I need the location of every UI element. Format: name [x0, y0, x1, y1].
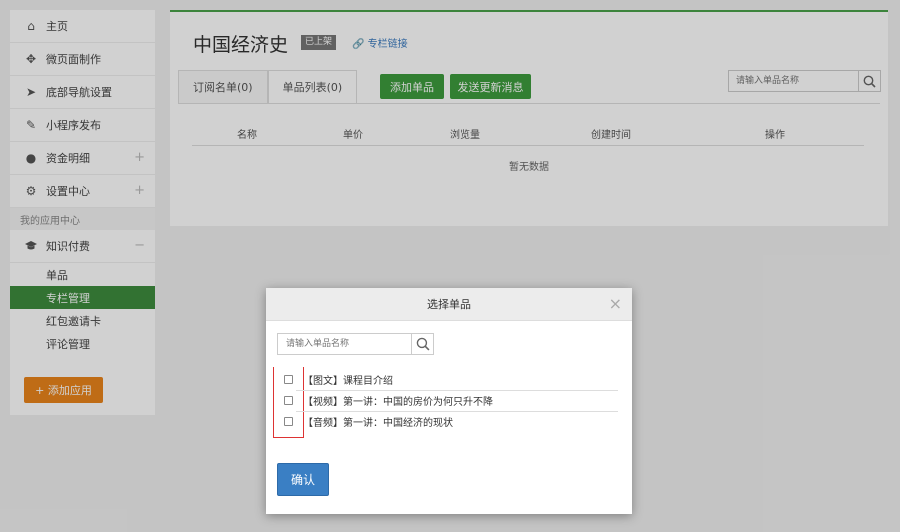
search-icon — [416, 337, 429, 351]
item-label: 【图文】课程目介绍 — [303, 376, 393, 387]
item-checkbox[interactable] — [284, 375, 293, 384]
dialog-header: 选择单品 × — [266, 288, 632, 321]
list-item[interactable]: 【图文】课程目介绍 — [284, 369, 616, 390]
list-item[interactable]: 【音频】第一讲：中国经济的现状 — [284, 411, 616, 432]
list-item[interactable]: 【视频】第一讲：中国的房价为何只升不降 — [284, 390, 616, 411]
dialog-title: 选择单品 — [427, 298, 471, 311]
dialog-search-button[interactable] — [411, 334, 433, 354]
item-label: 【视频】第一讲：中国的房价为何只升不降 — [303, 397, 493, 408]
select-item-dialog: 选择单品 × 【图文】课程目介绍【视频】第一讲：中国的房价为何只升不降【音频】第… — [266, 288, 632, 514]
item-checkbox[interactable] — [284, 396, 293, 405]
item-checkbox[interactable] — [284, 417, 293, 426]
confirm-button[interactable]: 确认 — [277, 463, 329, 496]
item-label: 【音频】第一讲：中国经济的现状 — [303, 418, 453, 429]
close-icon[interactable]: × — [609, 295, 622, 313]
dialog-search-input[interactable] — [278, 334, 411, 354]
dialog-search — [277, 333, 434, 355]
